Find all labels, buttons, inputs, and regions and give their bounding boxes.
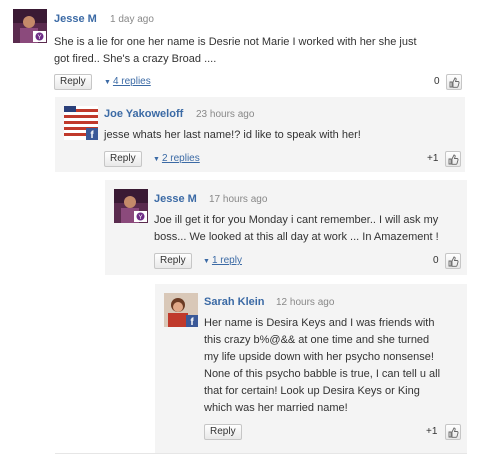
timestamp: 12 hours ago	[276, 297, 335, 308]
chevron-down-icon: ▼	[203, 258, 210, 265]
comment-thread: Y Jesse M 1 day ago She is a lie for one…	[0, 0, 482, 458]
reply-button[interactable]: Reply	[154, 253, 192, 269]
like-count: +1	[426, 426, 438, 437]
comment-text-line: None of this psycho babble is true, I ca…	[204, 368, 441, 380]
user-photo-icon: Y	[13, 9, 47, 43]
author-name[interactable]: Jesse M	[54, 13, 97, 25]
comment-text: Her name is Desira Keys and I was friend…	[204, 315, 462, 417]
comment-text-line: this crazy b%@&& at one time and she tur…	[204, 334, 430, 346]
like-button[interactable]	[446, 74, 462, 90]
comment-text: She is a lie for one her name is Desrie …	[54, 34, 474, 68]
author-name[interactable]: Sarah Klein	[204, 296, 265, 308]
avatar[interactable]: f	[164, 293, 198, 327]
thumbs-up-icon	[448, 154, 459, 165]
replies-count-label: 4 replies	[112, 76, 151, 87]
author-name[interactable]: Joe Yakoweloff	[104, 108, 183, 120]
replies-toggle-link[interactable]: ▼ 2 replies	[153, 153, 200, 164]
comment-text-line: which was her married name!	[204, 402, 348, 414]
author-name[interactable]: Jesse M	[154, 193, 197, 205]
svg-text:Y: Y	[37, 35, 41, 41]
comment-text-line: She is a lie for one her name is Desrie …	[54, 36, 417, 48]
comment-jesse-2: Y Jesse M 17 hours ago Joe ill get it fo…	[105, 180, 467, 275]
reply-button[interactable]: Reply	[54, 74, 92, 90]
timestamp: 17 hours ago	[209, 194, 268, 205]
user-photo-icon: f	[64, 106, 98, 140]
comment-text-line: that for certain! Look up Desira Keys or…	[204, 385, 420, 397]
chevron-down-icon: ▼	[153, 156, 160, 163]
comment-text-line: jesse whats her last name!? id like to s…	[104, 129, 361, 141]
replies-count-label: 2 replies	[161, 153, 200, 164]
user-photo-icon: f	[164, 293, 198, 327]
svg-text:Y: Y	[138, 215, 142, 221]
divider	[55, 453, 467, 454]
chevron-down-icon: ▼	[104, 79, 111, 86]
comment-jesse-1: Y Jesse M 1 day ago She is a lie for one…	[0, 0, 482, 98]
comment-text-line: my life upside down with her psycho nons…	[204, 351, 434, 363]
comment-text-line: Her name is Desira Keys and I was friend…	[204, 317, 435, 329]
comment-text: jesse whats her last name!? id like to s…	[104, 127, 454, 144]
timestamp: 23 hours ago	[196, 109, 255, 120]
comment-text: Joe ill get it for you Monday i cant rem…	[154, 212, 466, 246]
replies-count-label: 1 reply	[211, 255, 242, 266]
like-count: +1	[427, 153, 439, 164]
replies-toggle-link[interactable]: ▼ 4 replies	[104, 76, 151, 87]
reply-button[interactable]: Reply	[104, 151, 142, 167]
user-photo-icon: Y	[114, 189, 148, 223]
avatar[interactable]: f	[64, 106, 98, 140]
avatar[interactable]: Y	[114, 189, 148, 223]
timestamp: 1 day ago	[110, 14, 154, 25]
comment-sarah: f Sarah Klein 12 hours ago Her name is D…	[155, 284, 467, 454]
thumbs-up-icon	[448, 427, 459, 438]
comment-text-line: boss... We looked at this all day at wor…	[154, 231, 439, 243]
like-button[interactable]	[445, 424, 461, 440]
comment-text-line: got fired.. She's a crazy Broad ....	[54, 53, 217, 65]
like-button[interactable]	[445, 253, 461, 269]
thumbs-up-icon	[448, 256, 459, 267]
replies-toggle-link[interactable]: ▼ 1 reply	[203, 255, 242, 266]
comment-text-line: Joe ill get it for you Monday i cant rem…	[154, 214, 439, 226]
like-button[interactable]	[445, 151, 461, 167]
like-count: 0	[434, 76, 440, 87]
thumbs-up-icon	[449, 77, 460, 88]
reply-button[interactable]: Reply	[204, 424, 242, 440]
avatar[interactable]: Y	[13, 9, 47, 43]
comment-joe: f Joe Yakoweloff 23 hours ago jesse what…	[55, 97, 465, 172]
like-count: 0	[433, 255, 439, 266]
